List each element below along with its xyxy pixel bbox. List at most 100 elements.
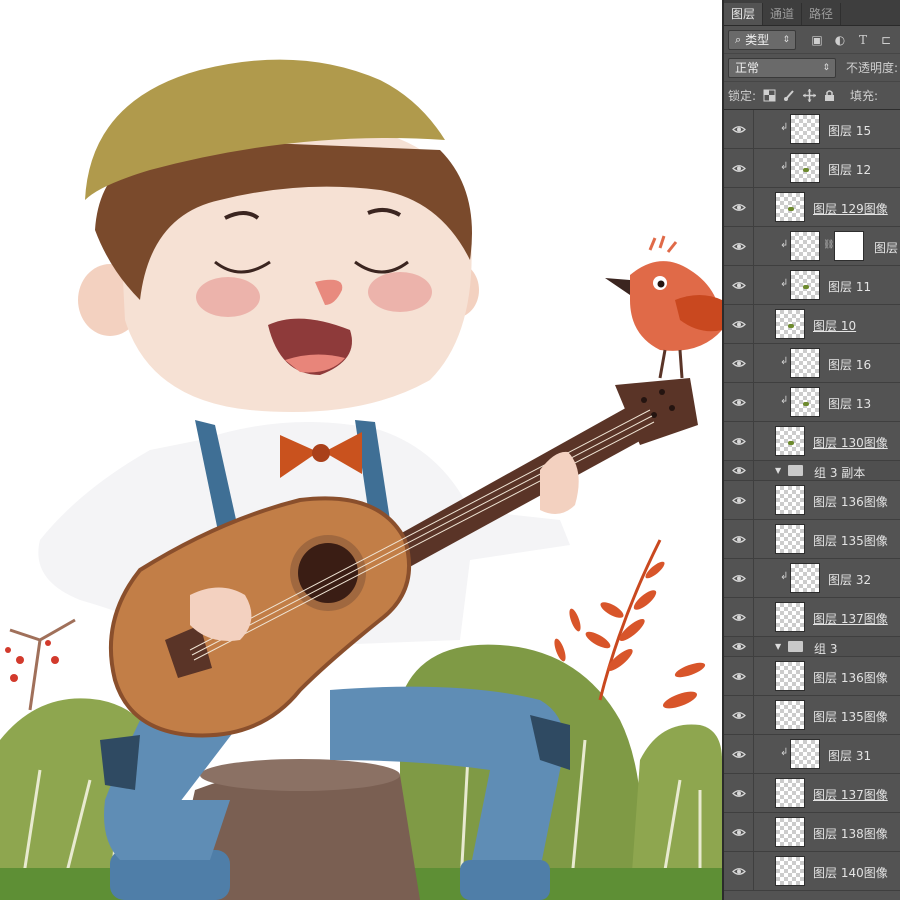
eye-icon [731, 496, 746, 505]
expand-triangle-icon[interactable]: ▼ [775, 466, 781, 475]
image-filter-icon[interactable]: ▣ [810, 33, 824, 47]
layer-group-row[interactable]: ▼ 组 3 副本 [724, 461, 900, 481]
layer-row[interactable]: 图层 129图像 [724, 188, 900, 227]
visibility-toggle[interactable] [724, 422, 754, 460]
layer-row[interactable]: ↲ 图层 15 [724, 110, 900, 149]
eye-icon [731, 398, 746, 407]
visibility-toggle[interactable] [724, 520, 754, 558]
visibility-toggle[interactable] [724, 383, 754, 421]
layer-row[interactable]: ↲ 图层 32 [724, 559, 900, 598]
layer-thumbnail [775, 192, 805, 222]
visibility-toggle[interactable] [724, 461, 754, 480]
eye-icon [731, 642, 746, 651]
expand-triangle-icon[interactable]: ▼ [775, 642, 781, 651]
bird [605, 235, 722, 379]
layer-group-row[interactable]: ▼ 组 3 [724, 637, 900, 657]
eye-icon [731, 437, 746, 446]
lock-paint-icon[interactable] [783, 89, 796, 102]
layer-thumbnail [790, 231, 820, 261]
layer-row[interactable]: 图层 10 [724, 305, 900, 344]
blend-mode-select[interactable]: 正常 ⇕ [728, 57, 836, 78]
visibility-toggle[interactable] [724, 188, 754, 226]
visibility-toggle[interactable] [724, 598, 754, 636]
lock-position-icon[interactable] [803, 89, 817, 102]
eye-icon [731, 867, 746, 876]
visibility-toggle[interactable] [724, 735, 754, 773]
visibility-toggle[interactable] [724, 852, 754, 890]
blend-row: 正常 ⇕ 不透明度: [724, 54, 900, 82]
tab-layers[interactable]: 图层 [724, 3, 764, 25]
visibility-toggle[interactable] [724, 559, 754, 597]
layer-row[interactable]: 图层 130图像 [724, 422, 900, 461]
shape-filter-icon[interactable]: ⊏ [879, 33, 893, 47]
lock-all-icon[interactable] [823, 89, 836, 102]
layer-thumbnail [790, 270, 820, 300]
folder-icon [788, 465, 803, 476]
eye-icon [731, 203, 746, 212]
clipping-mask-icon: ↲ [780, 161, 789, 172]
visibility-toggle[interactable] [724, 637, 754, 656]
boy-head [78, 59, 479, 412]
visibility-toggle[interactable] [724, 266, 754, 304]
layer-thumbnail [775, 524, 805, 554]
group-name: 组 3 副本 [814, 466, 866, 480]
layer-name: 图层 135图像 [813, 710, 888, 724]
visibility-toggle[interactable] [724, 227, 754, 265]
visibility-toggle[interactable] [724, 149, 754, 187]
layer-row[interactable]: ↲ 图层 12 [724, 149, 900, 188]
eye-icon [731, 125, 746, 134]
tab-paths[interactable]: 路径 [802, 3, 842, 25]
layer-row[interactable]: 图层 138图像 [724, 813, 900, 852]
eye-icon [731, 711, 746, 720]
layer-row[interactable]: ↲ 图层 13 [724, 383, 900, 422]
layer-row[interactable]: 图层 137图像 [724, 598, 900, 637]
visibility-toggle[interactable] [724, 344, 754, 382]
layer-row[interactable]: ↲ ⛓ 图层 [724, 227, 900, 266]
layer-row[interactable]: 图层 140图像 [724, 852, 900, 891]
document-canvas[interactable] [0, 0, 722, 900]
layer-row[interactable]: ↲ 图层 16 [724, 344, 900, 383]
adjustment-filter-icon[interactable]: ◐ [833, 33, 847, 47]
layer-row[interactable]: ↲ 图层 31 [724, 735, 900, 774]
layer-name: 图层 135图像 [813, 534, 888, 548]
visibility-toggle[interactable] [724, 657, 754, 695]
layer-row[interactable]: 图层 137图像 [724, 774, 900, 813]
visibility-toggle[interactable] [724, 696, 754, 734]
layer-thumbnail [775, 778, 805, 808]
search-icon: ⌕ [735, 32, 742, 46]
chevron-updown-icon: ⇕ [782, 34, 790, 45]
layer-row[interactable]: 图层 135图像 [724, 520, 900, 559]
tab-channels[interactable]: 通道 [763, 3, 803, 25]
visibility-toggle[interactable] [724, 110, 754, 148]
layer-mask-thumbnail[interactable] [834, 231, 864, 261]
layer-row[interactable]: ↲ 图层 11 [724, 266, 900, 305]
visibility-toggle[interactable] [724, 774, 754, 812]
layer-row[interactable]: 图层 135图像 [724, 696, 900, 735]
visibility-toggle[interactable] [724, 305, 754, 343]
layer-name: 图层 12 [828, 163, 872, 177]
layer-name: 图层 16 [828, 358, 872, 372]
eye-icon [731, 789, 746, 798]
layer-name: 图层 13 [828, 397, 872, 411]
layer-name: 图层 [874, 241, 899, 255]
layer-list[interactable]: ↲ 图层 15 ↲ 图层 12 图层 129图像 ↲ ⛓ 图层 ↲ 图层 11 图层 10 ↲ 图层 1… [724, 110, 900, 900]
mask-link-icon[interactable]: ⛓ [823, 240, 834, 250]
thumbnail-content [788, 324, 794, 328]
lock-transparent-icon[interactable] [763, 89, 776, 102]
layer-thumbnail [790, 563, 820, 593]
layer-row[interactable]: 图层 136图像 [724, 481, 900, 520]
layer-name: 图层 140图像 [813, 866, 888, 880]
layer-name: 图层 130图像 [813, 436, 888, 450]
text-filter-icon[interactable]: T [856, 33, 870, 47]
visibility-toggle[interactable] [724, 813, 754, 851]
filter-kind-select[interactable]: ⌕ 类型 ⇕ [728, 29, 796, 50]
visibility-toggle[interactable] [724, 481, 754, 519]
thumbnail-content [788, 441, 794, 445]
layer-name: 图层 129图像 [813, 202, 888, 216]
chevron-updown-icon: ⇕ [822, 62, 830, 73]
group-name: 组 3 [814, 642, 838, 656]
eye-icon [731, 613, 746, 622]
layers-panel: 图层 通道 路径 ⌕ 类型 ⇕ ▣ ◐ T ⊏ 正常 ⇕ 不透明度: 锁定: 填… [722, 0, 900, 900]
clipping-mask-icon: ↲ [780, 122, 789, 133]
layer-row[interactable]: 图层 136图像 [724, 657, 900, 696]
